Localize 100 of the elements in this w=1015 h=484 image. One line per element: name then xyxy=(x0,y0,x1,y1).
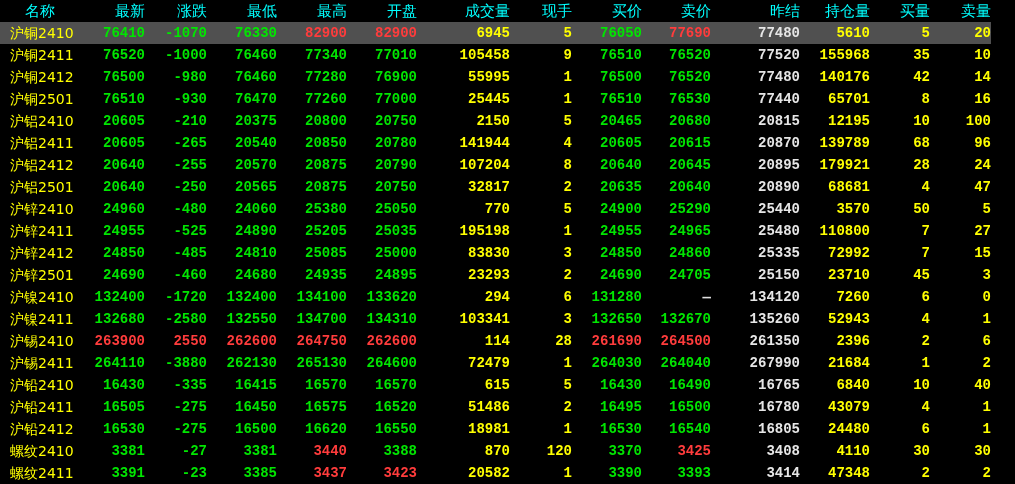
contract-name[interactable]: 沪铝2501 xyxy=(10,179,74,195)
contract-name[interactable]: 沪锡2410 xyxy=(10,333,74,349)
column-header[interactable]: 持仓量 xyxy=(800,0,870,22)
column-header[interactable]: 涨跌 xyxy=(145,0,207,22)
table-cell: 25335 xyxy=(758,245,800,261)
table-cell: 100 xyxy=(965,113,991,129)
column-header[interactable]: 成交量 xyxy=(417,0,510,22)
table-cell: 14 xyxy=(974,69,991,85)
column-header[interactable]: 卖量 xyxy=(930,0,991,22)
table-cell: 4110 xyxy=(836,443,870,459)
table-cell: 20780 xyxy=(375,135,417,151)
table-cell: 3440 xyxy=(313,443,347,459)
column-header[interactable]: 昨结 xyxy=(711,0,800,22)
contract-name[interactable]: 沪镍2410 xyxy=(10,289,74,305)
table-cell: 20750 xyxy=(375,179,417,195)
table-cell: 1 xyxy=(982,311,991,327)
column-header[interactable]: 买量 xyxy=(870,0,930,22)
table-cell: 76050 xyxy=(600,25,642,41)
table-cell: 76520 xyxy=(669,47,711,63)
table-cell: 1 xyxy=(563,421,572,437)
contract-name[interactable]: 沪铝2411 xyxy=(10,135,74,151)
table-cell: 16450 xyxy=(235,399,277,415)
table-cell: 20875 xyxy=(305,179,347,195)
table-cell: 24960 xyxy=(103,201,145,217)
table-cell: 16540 xyxy=(669,421,711,437)
contract-name[interactable]: 螺纹2411 xyxy=(10,465,74,481)
contract-name[interactable]: 沪铜2411 xyxy=(10,47,74,63)
table-cell: 42 xyxy=(913,69,930,85)
contract-name[interactable]: 沪铅2411 xyxy=(10,399,74,415)
table-cell: 25290 xyxy=(669,201,711,217)
table-cell: 30 xyxy=(974,443,991,459)
column-header[interactable]: 名称 xyxy=(0,0,80,22)
table-cell: 3385 xyxy=(243,465,277,481)
table-row[interactable] xyxy=(0,22,991,44)
contract-name[interactable]: 螺纹2410 xyxy=(10,443,74,459)
table-cell: 262600 xyxy=(226,333,277,349)
table-cell: -2580 xyxy=(165,311,207,327)
table-cell: 16780 xyxy=(758,399,800,415)
table-cell: -27 xyxy=(181,443,207,459)
contract-name[interactable]: 沪锌2410 xyxy=(10,201,74,217)
table-cell: 132400 xyxy=(94,289,145,305)
column-header[interactable]: 最新 xyxy=(80,0,145,22)
table-cell: 195198 xyxy=(459,223,510,239)
contract-name[interactable]: 沪锌2501 xyxy=(10,267,74,283)
contract-name[interactable]: 沪铝2412 xyxy=(10,157,74,173)
column-header[interactable]: 买价 xyxy=(572,0,642,22)
contract-name[interactable]: 沪铅2410 xyxy=(10,377,74,393)
table-cell: 76500 xyxy=(600,69,642,85)
contract-name[interactable]: 沪锡2411 xyxy=(10,355,74,371)
table-cell: 20890 xyxy=(758,179,800,195)
table-cell: 25440 xyxy=(758,201,800,217)
table-cell: 132680 xyxy=(94,311,145,327)
table-cell: 25380 xyxy=(305,201,347,217)
table-cell: 262600 xyxy=(366,333,417,349)
column-header[interactable]: 开盘 xyxy=(347,0,417,22)
column-header[interactable]: 卖价 xyxy=(642,0,711,22)
table-cell: 6945 xyxy=(476,25,510,41)
contract-name[interactable]: 沪铜2410 xyxy=(10,25,74,41)
table-cell: 3 xyxy=(563,311,572,327)
table-cell: 132650 xyxy=(591,311,642,327)
contract-name[interactable]: 沪铅2412 xyxy=(10,421,74,437)
table-cell: 20645 xyxy=(669,157,711,173)
table-cell: 24890 xyxy=(235,223,277,239)
table-cell: 20375 xyxy=(235,113,277,129)
contract-name[interactable]: 沪铜2501 xyxy=(10,91,74,107)
contract-name[interactable]: 沪锌2412 xyxy=(10,245,74,261)
table-cell: 7 xyxy=(921,245,930,261)
table-cell: 133620 xyxy=(366,289,417,305)
table-cell: -275 xyxy=(173,421,207,437)
column-header[interactable]: 最低 xyxy=(207,0,277,22)
table-cell: 4 xyxy=(921,179,930,195)
table-cell: 20750 xyxy=(375,113,417,129)
table-cell: 96 xyxy=(974,135,991,151)
column-header[interactable]: 最高 xyxy=(277,0,347,22)
table-cell: 24850 xyxy=(103,245,145,261)
contract-name[interactable]: 沪铜2412 xyxy=(10,69,74,85)
table-cell: 5 xyxy=(563,377,572,393)
contract-name[interactable]: 沪镍2411 xyxy=(10,311,74,327)
table-cell: -480 xyxy=(173,201,207,217)
table-cell: 3393 xyxy=(677,465,711,481)
table-cell: 20640 xyxy=(103,157,145,173)
table-cell: 83830 xyxy=(468,245,510,261)
table-cell: 7260 xyxy=(836,289,870,305)
table-cell: 51486 xyxy=(468,399,510,415)
table-cell: 77520 xyxy=(758,47,800,63)
table-cell: 16570 xyxy=(305,377,347,393)
table-cell: 131280 xyxy=(591,289,642,305)
table-cell: 3425 xyxy=(677,443,711,459)
column-header[interactable]: 现手 xyxy=(510,0,572,22)
table-cell: -250 xyxy=(173,179,207,195)
contract-name[interactable]: 沪锌2411 xyxy=(10,223,74,239)
table-cell: 50 xyxy=(913,201,930,217)
contract-name[interactable]: 沪铝2410 xyxy=(10,113,74,129)
table-cell: 20565 xyxy=(235,179,277,195)
table-cell: 20790 xyxy=(375,157,417,173)
table-cell: 25085 xyxy=(305,245,347,261)
table-cell: 24955 xyxy=(103,223,145,239)
table-cell: 1 xyxy=(563,69,572,85)
table-cell: 0 xyxy=(982,289,991,305)
table-cell: 8 xyxy=(921,91,930,107)
